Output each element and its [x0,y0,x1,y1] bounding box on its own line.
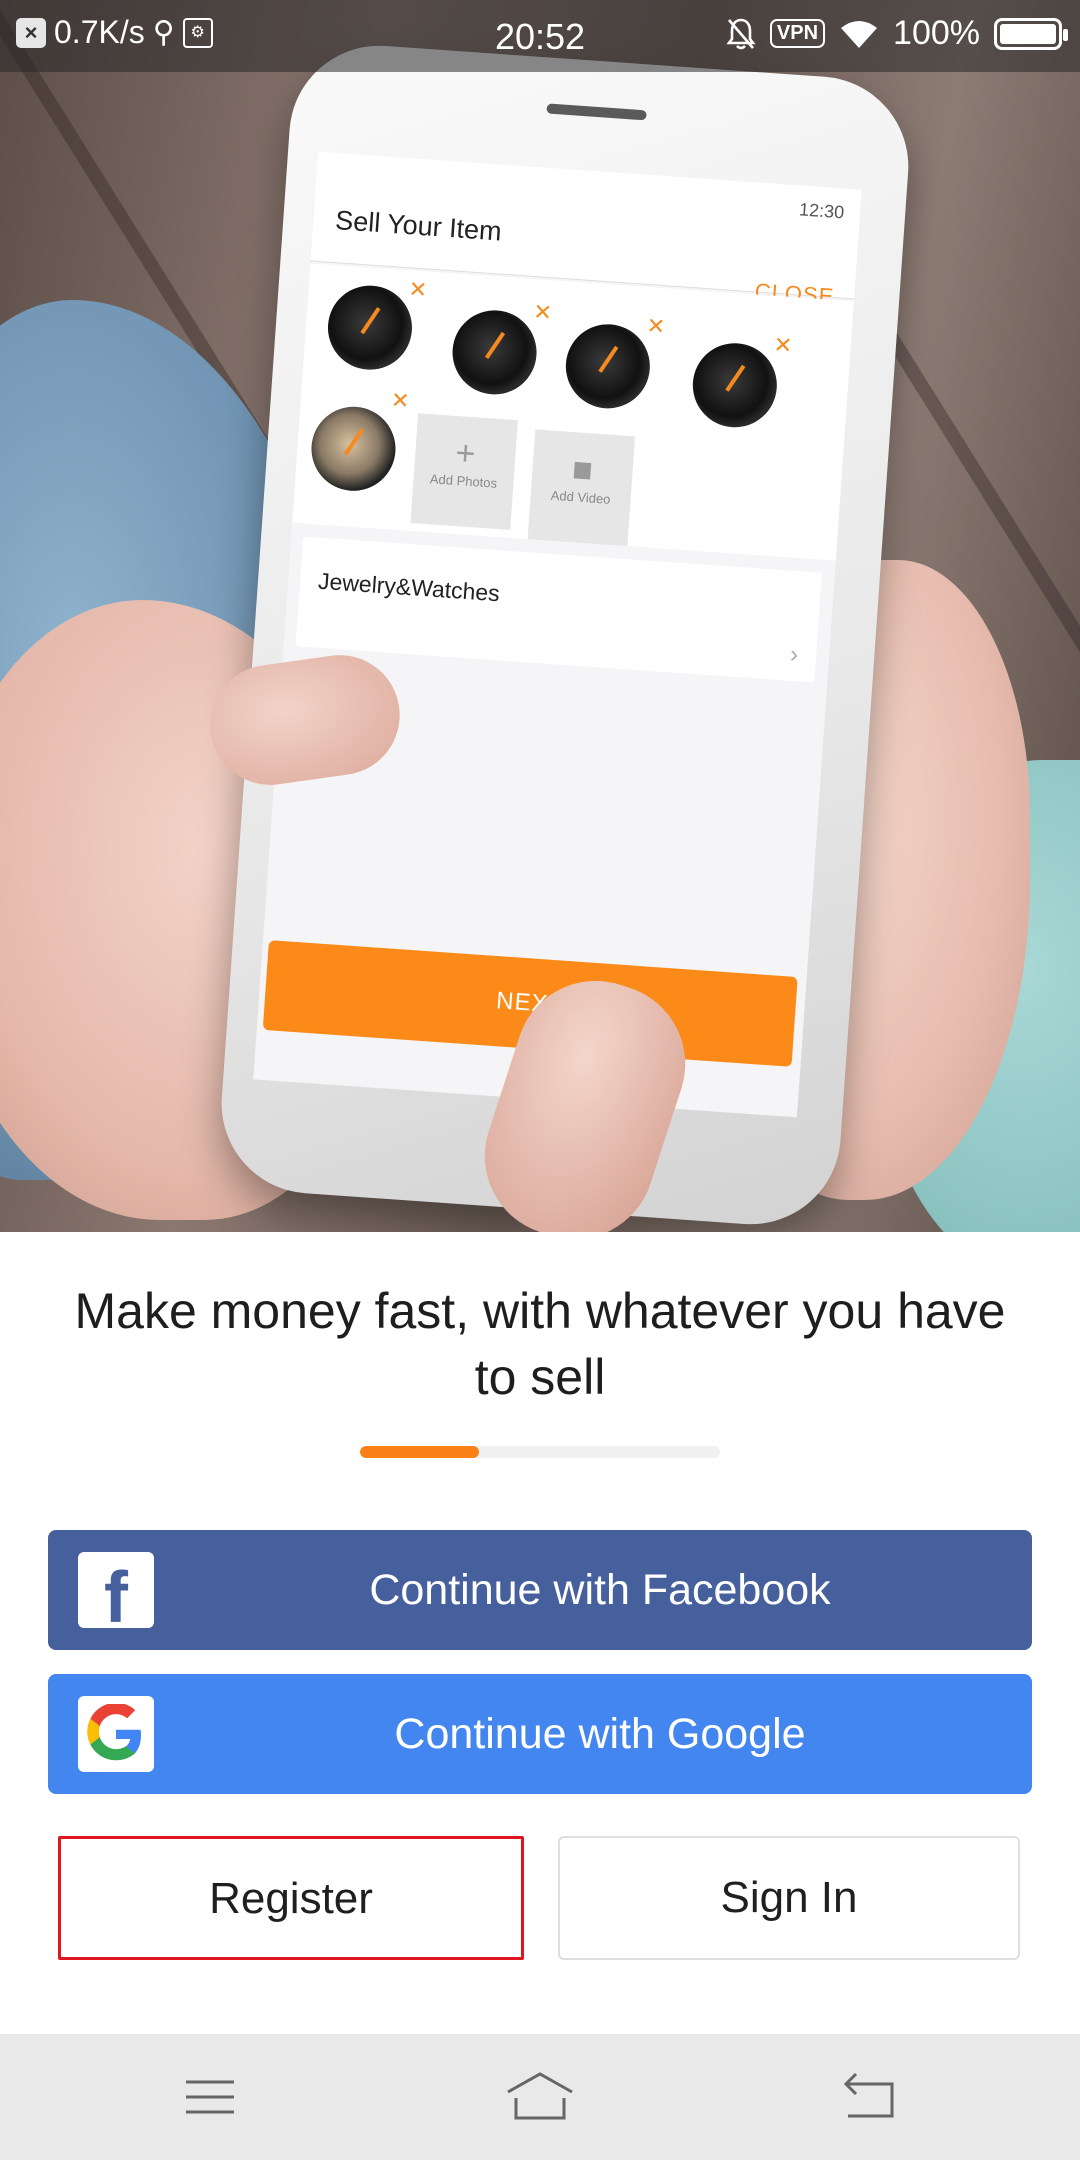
phone-screen-time: 12:30 [798,199,845,223]
phone-screen-title: Sell Your Item [334,205,503,247]
status-bar: × 0.7K/s ⚲ ⚙ 20:52 VPN 100% [0,0,1080,72]
vpn-icon: VPN [769,19,826,48]
phone-speaker [546,103,647,121]
phone-screen-photos: ✕ ✕ ✕ ✕ ✕ + Add Photos ■ Add Video [292,263,854,561]
remove-photo-icon: ✕ [390,387,411,414]
onboarding-progress-fill [360,1446,479,1458]
remove-photo-icon: ✕ [532,299,553,326]
onboarding-progress [360,1446,720,1458]
battery-percent: 100% [893,14,980,52]
phone-screen: 12:30 Sell Your Item CLOSE ✕ ✕ ✕ ✕ ✕ + A… [253,151,862,1118]
google-button-label: Continue with Google [394,1710,806,1758]
register-button[interactable]: Register [58,1836,524,1960]
home-icon[interactable] [500,2062,580,2132]
watch-photo [449,307,540,398]
menu-icon[interactable] [170,2062,250,2132]
add-video-tile: ■ Add Video [527,429,636,547]
back-icon[interactable] [830,2062,910,2132]
category-label: Jewelry&Watches [317,567,501,607]
hero-image: 12:30 Sell Your Item CLOSE ✕ ✕ ✕ ✕ ✕ + A… [0,0,1080,1232]
video-camera-icon: ■ [570,450,595,490]
chevron-right-icon: › [789,640,800,669]
remove-photo-icon: ✕ [407,276,429,303]
wifi-icon [841,20,878,48]
battery-icon [994,17,1068,50]
add-video-label: Add Video [550,487,611,507]
sign-in-button[interactable]: Sign In [558,1836,1020,1960]
continue-with-google-button[interactable]: Continue with Google [48,1674,1032,1794]
watch-photo [690,340,780,431]
watch-photo [308,403,399,494]
remove-photo-icon: ✕ [645,312,667,340]
facebook-button-label: Continue with Facebook [369,1566,831,1614]
watch-photo [563,321,653,412]
google-icon [78,1696,154,1772]
remove-photo-icon: ✕ [772,331,794,359]
watch-photo [325,282,415,373]
system-nav-bar [0,2034,1080,2160]
facebook-icon: f [78,1552,154,1628]
phone-screen-category: Jewelry&Watches › [295,536,822,683]
continue-with-facebook-button[interactable]: f Continue with Facebook [48,1530,1032,1650]
mute-bell-icon [726,18,756,49]
status-bar-right: VPN 100% [726,14,1068,53]
add-photos-tile: + Add Photos [410,413,518,530]
onboarding-headline: Make money fast, with whatever you have … [74,1283,1006,1405]
